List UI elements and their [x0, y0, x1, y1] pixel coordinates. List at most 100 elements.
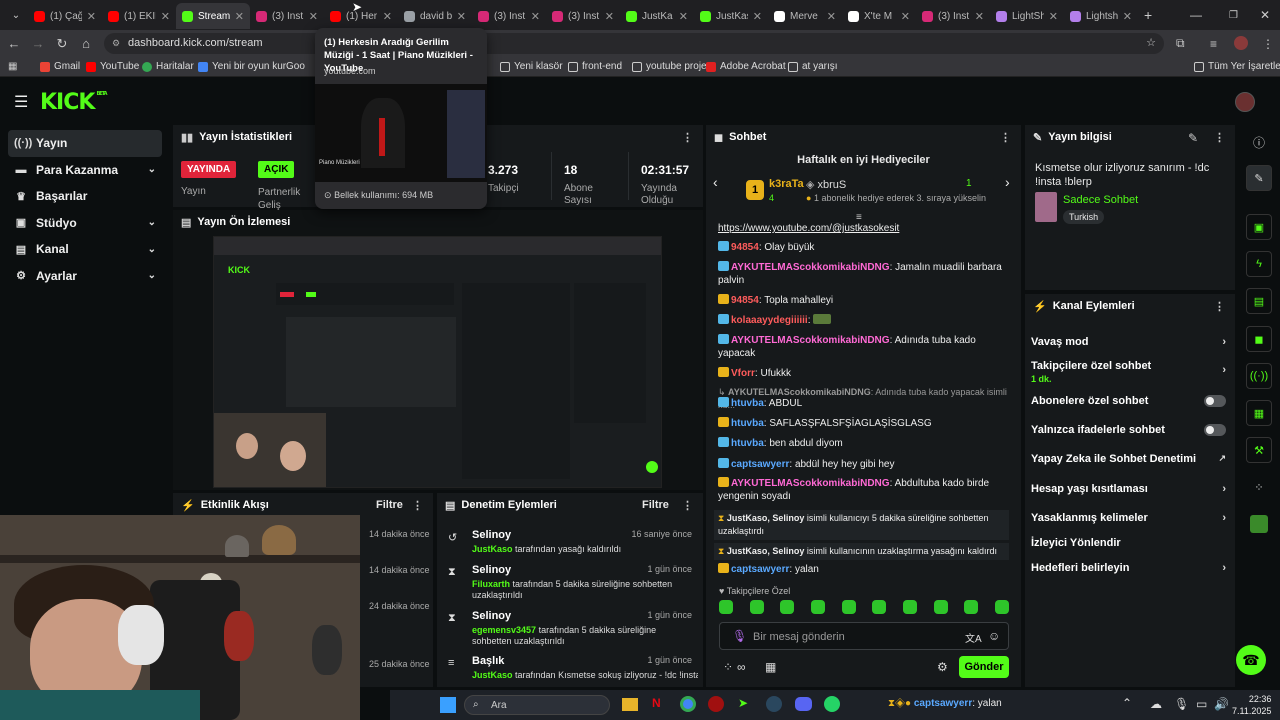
sidebar-item-achievements[interactable]: ♛ Başarılar: [8, 183, 162, 210]
chat-message[interactable]: htuvba: ben abdul diyom: [718, 437, 1013, 450]
file-explorer-icon[interactable]: [622, 698, 638, 711]
subscribers-only-toggle[interactable]: [1204, 395, 1226, 407]
chat-message[interactable]: AYKUTELMAScokkomikabiNDNG: Adınıda tuba …: [718, 334, 1013, 360]
top-gifter[interactable]: k3raTa: [769, 178, 804, 190]
stream-category[interactable]: Sadece Sohbet: [1063, 194, 1138, 206]
activity-filter-button[interactable]: Filtre: [376, 499, 403, 511]
close-tab-icon[interactable]: ✕: [605, 10, 614, 23]
chevron-left-icon[interactable]: ‹: [713, 174, 718, 190]
browser-tab[interactable]: Lightsh ✕: [1064, 3, 1138, 29]
close-tab-icon[interactable]: ✕: [531, 10, 540, 23]
chat-message[interactable]: https://www.youtube.com/@justkasokesit: [718, 222, 1013, 235]
action-ai-moderation[interactable]: Yapay Zeka ile Sohbet Denetimi ↗: [1031, 453, 1226, 465]
browser-tab[interactable]: Merve ✕: [768, 3, 842, 29]
chat-message[interactable]: Vforr: Ufukkk: [718, 367, 1013, 380]
whatsapp-icon[interactable]: [824, 696, 840, 712]
emote-icon[interactable]: [841, 600, 856, 614]
microphone-icon[interactable]: 🎙: [732, 629, 747, 643]
chat-message[interactable]: htuvba: SAFLASŞFALSFŞİAGLAŞİSGLASG: [718, 417, 1013, 430]
chat-username[interactable]: AYKUTELMAScokkomikabiNDNG: [731, 478, 890, 489]
discord-icon[interactable]: [795, 697, 812, 711]
bookmark-folder-youtube[interactable]: youtube proje: [632, 61, 707, 72]
edit-tool-button[interactable]: ✎: [1246, 165, 1272, 191]
maximize-button[interactable]: ❐: [1229, 10, 1238, 21]
chat-username[interactable]: AYKUTELMAScokkomikabiNDNG: [731, 335, 890, 346]
edit-icon[interactable]: ✎: [1188, 131, 1198, 145]
bookmark-gmail[interactable]: Gmail: [40, 61, 80, 72]
action-goals[interactable]: Hedefleri belirleyin ›: [1031, 562, 1226, 574]
clock[interactable]: 22:36 7.11.2025: [1232, 693, 1271, 717]
action-raid[interactable]: İzleyici Yönlendir: [1031, 537, 1226, 549]
action-account-age[interactable]: Hesap yaşı kısıtlaması ›: [1031, 483, 1226, 495]
emote-icon[interactable]: [749, 600, 764, 614]
dots-icon[interactable]: ⁘: [723, 660, 733, 674]
chat-username[interactable]: JustKaso, Selinoy: [727, 546, 805, 556]
bookmark-google[interactable]: Goo: [286, 61, 305, 72]
send-button[interactable]: Gönder: [959, 656, 1009, 678]
chat-username[interactable]: AYKUTELMAScokkomikabiNDNG: [728, 387, 871, 397]
browser-tab[interactable]: (3) Inst ✕: [250, 3, 324, 29]
info-icon[interactable]: ⓘ: [1253, 134, 1265, 151]
close-tab-icon[interactable]: ✕: [1049, 10, 1058, 23]
chat-message[interactable]: captsawyerr: abdül hey hey gibi hey: [718, 458, 1013, 471]
emote-icon[interactable]: [810, 600, 825, 614]
close-tab-icon[interactable]: ✕: [679, 10, 688, 23]
wrench-tool-button[interactable]: ⚒: [1246, 437, 1272, 463]
apps-tool-button[interactable]: ⁘: [1246, 474, 1272, 500]
chrome-icon[interactable]: [680, 696, 696, 712]
chat-username[interactable]: Vforr: [731, 368, 755, 379]
bookmark-game[interactable]: Yeni bir oyun kur: [198, 61, 286, 72]
kick-logo[interactable]: KICK BETA: [40, 90, 108, 115]
close-window-button[interactable]: ✕: [1260, 8, 1270, 22]
more-options-icon[interactable]: ⋮: [1214, 300, 1225, 313]
new-tab-button[interactable]: +: [1144, 7, 1152, 23]
reload-icon[interactable]: ↻: [50, 36, 74, 52]
sidebar-item-monetization[interactable]: ▬ Para Kazanma ⌄: [8, 157, 162, 184]
netflix-icon[interactable]: N: [652, 696, 661, 710]
store-icon[interactable]: ▦: [765, 660, 776, 674]
emote-icon[interactable]: [964, 600, 979, 614]
chat-username[interactable]: 94854: [731, 242, 759, 253]
more-options-icon[interactable]: ⋮: [682, 131, 693, 144]
browser-menu-icon[interactable]: ⋮: [1262, 37, 1274, 51]
chat-input[interactable]: 🎙 Bir mesaj gönderin 文A ☺: [719, 622, 1009, 650]
chat-message[interactable]: 94854: Topla mahalleyi: [718, 294, 1013, 307]
document-tool-button[interactable]: ▤: [1246, 288, 1272, 314]
sidebar-item-stream[interactable]: ((·)) Yayın: [8, 130, 162, 157]
close-tab-icon[interactable]: ✕: [975, 10, 984, 23]
close-tab-icon[interactable]: ✕: [1123, 10, 1132, 23]
minimize-button[interactable]: —: [1190, 8, 1202, 22]
moderation-item[interactable]: ⧗ Selinoy 1 gün önce egemensv3457 tarafı…: [448, 610, 698, 647]
archive-tool-button[interactable]: ▦: [1246, 400, 1272, 426]
windows-start-icon[interactable]: [440, 697, 456, 713]
lightning-tool-button[interactable]: ϟ: [1246, 251, 1272, 277]
site-info-icon[interactable]: ⚙: [112, 33, 120, 54]
more-options-icon[interactable]: ⋮: [1000, 131, 1011, 144]
action-subscribers-only[interactable]: Abonelere özel sohbet: [1031, 395, 1226, 407]
chat-message[interactable]: ⧗ JustKaso, Selinoy isimli kullanıcıyı 5…: [714, 510, 1009, 540]
chat-message[interactable]: AYKUTELMAScokkomikabiNDNG: Abdultuba kad…: [718, 477, 1013, 503]
chat-notification[interactable]: ⧗◈● captsawyerr: yalan: [888, 698, 1002, 709]
browser-tab[interactable]: (1) EKİP✕: [102, 3, 176, 29]
bookmark-folder-frontend[interactable]: front-end: [568, 61, 622, 72]
close-tab-icon[interactable]: ✕: [161, 10, 170, 23]
tray-app-icon[interactable]: ☁: [1150, 697, 1162, 711]
translate-icon[interactable]: 文A: [965, 630, 982, 645]
chat-username[interactable]: kolaaayydegiiiiii: [731, 315, 808, 326]
action-slow-mode[interactable]: Vavaş mod ›: [1031, 336, 1226, 348]
chat-username[interactable]: JustKaso, Selinoy: [727, 513, 805, 523]
bookmark-folder-new[interactable]: Yeni klasör: [500, 61, 563, 72]
chat-link[interactable]: https://www.youtube.com/@justkasokesit: [718, 223, 899, 234]
action-followers-only[interactable]: Takipçilere özel sohbet 1 dk. ›: [1031, 360, 1226, 384]
browser-tab[interactable]: (3) Inst ✕: [472, 3, 546, 29]
emote-icon[interactable]: [872, 600, 887, 614]
bookmark-acrobat[interactable]: Adobe Acrobat: [706, 61, 786, 72]
emote-icon[interactable]: [719, 600, 733, 614]
tray-chevron-icon[interactable]: ⌃: [1122, 696, 1132, 710]
sidebar-item-studio[interactable]: ▣ Stüdyo ⌄: [8, 210, 162, 237]
browser-tab[interactable]: JustKa ✕: [620, 3, 694, 29]
chat-message[interactable]: kolaaayydegiiiiii:: [718, 314, 1013, 327]
stream-preview-video[interactable]: KICK: [213, 236, 662, 488]
moderation-item[interactable]: ≡ Başlık 1 gün önce JustKaso tarafından …: [448, 655, 698, 681]
browser-tab[interactable]: (1) Çağ ✕: [28, 3, 102, 29]
